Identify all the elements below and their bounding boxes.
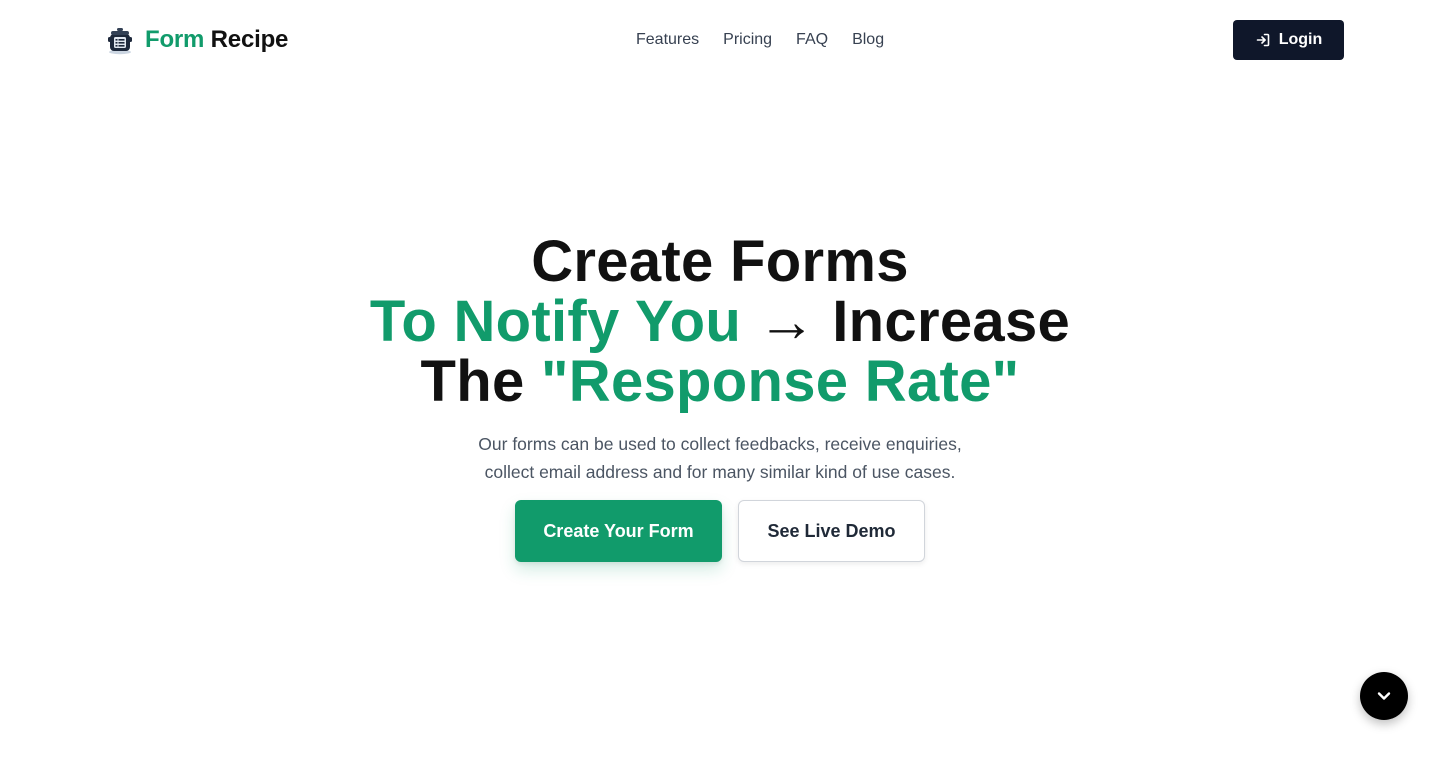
brand-name-part2: Recipe bbox=[210, 26, 289, 53]
brand-home-link[interactable]: Form Recipe bbox=[105, 24, 288, 56]
login-arrow-icon bbox=[1256, 33, 1270, 47]
landing-page: Form Recipe Features Pricing FAQ Blog Lo… bbox=[0, 0, 1440, 761]
brand-name: Form Recipe bbox=[145, 26, 288, 54]
main-nav: Features Pricing FAQ Blog bbox=[636, 28, 884, 52]
hero-title-arrow: → bbox=[757, 289, 816, 354]
hero-subtitle-line2: collect email address and for many simil… bbox=[484, 462, 956, 482]
live-demo-button[interactable]: See Live Demo bbox=[738, 500, 925, 562]
hero-title-accent-1: To Notify You bbox=[369, 289, 742, 354]
nav-item-faq[interactable]: FAQ bbox=[796, 28, 828, 52]
hero-title-accent-2: "Response Rate" bbox=[540, 349, 1020, 414]
hero-title-line3-start: The bbox=[420, 349, 525, 414]
hero-title-line2-rest: Increase bbox=[832, 289, 1071, 354]
login-button[interactable]: Login bbox=[1233, 20, 1344, 60]
nav-item-features[interactable]: Features bbox=[636, 28, 699, 52]
nav-item-blog[interactable]: Blog bbox=[852, 28, 884, 52]
login-label: Login bbox=[1278, 31, 1323, 48]
create-form-button[interactable]: Create Your Form bbox=[515, 500, 722, 562]
cooking-pot-form-icon bbox=[108, 28, 132, 55]
site-header: Form Recipe Features Pricing FAQ Blog Lo… bbox=[0, 0, 1440, 80]
hero-section: Create Forms To Notify You → Increase Th… bbox=[0, 232, 1440, 486]
nav-item-pricing[interactable]: Pricing bbox=[723, 28, 772, 52]
brand-name-part1: Form bbox=[145, 26, 205, 53]
hero-title: Create Forms To Notify You → Increase Th… bbox=[0, 232, 1440, 412]
hero-title-line1: Create Forms bbox=[531, 229, 909, 294]
chevron-down-icon bbox=[1377, 692, 1391, 700]
hero-subtitle: Our forms can be used to collect feedbac… bbox=[0, 430, 1440, 486]
scroll-down-button[interactable] bbox=[1360, 672, 1408, 720]
hero-subtitle-line1: Our forms can be used to collect feedbac… bbox=[478, 434, 962, 454]
